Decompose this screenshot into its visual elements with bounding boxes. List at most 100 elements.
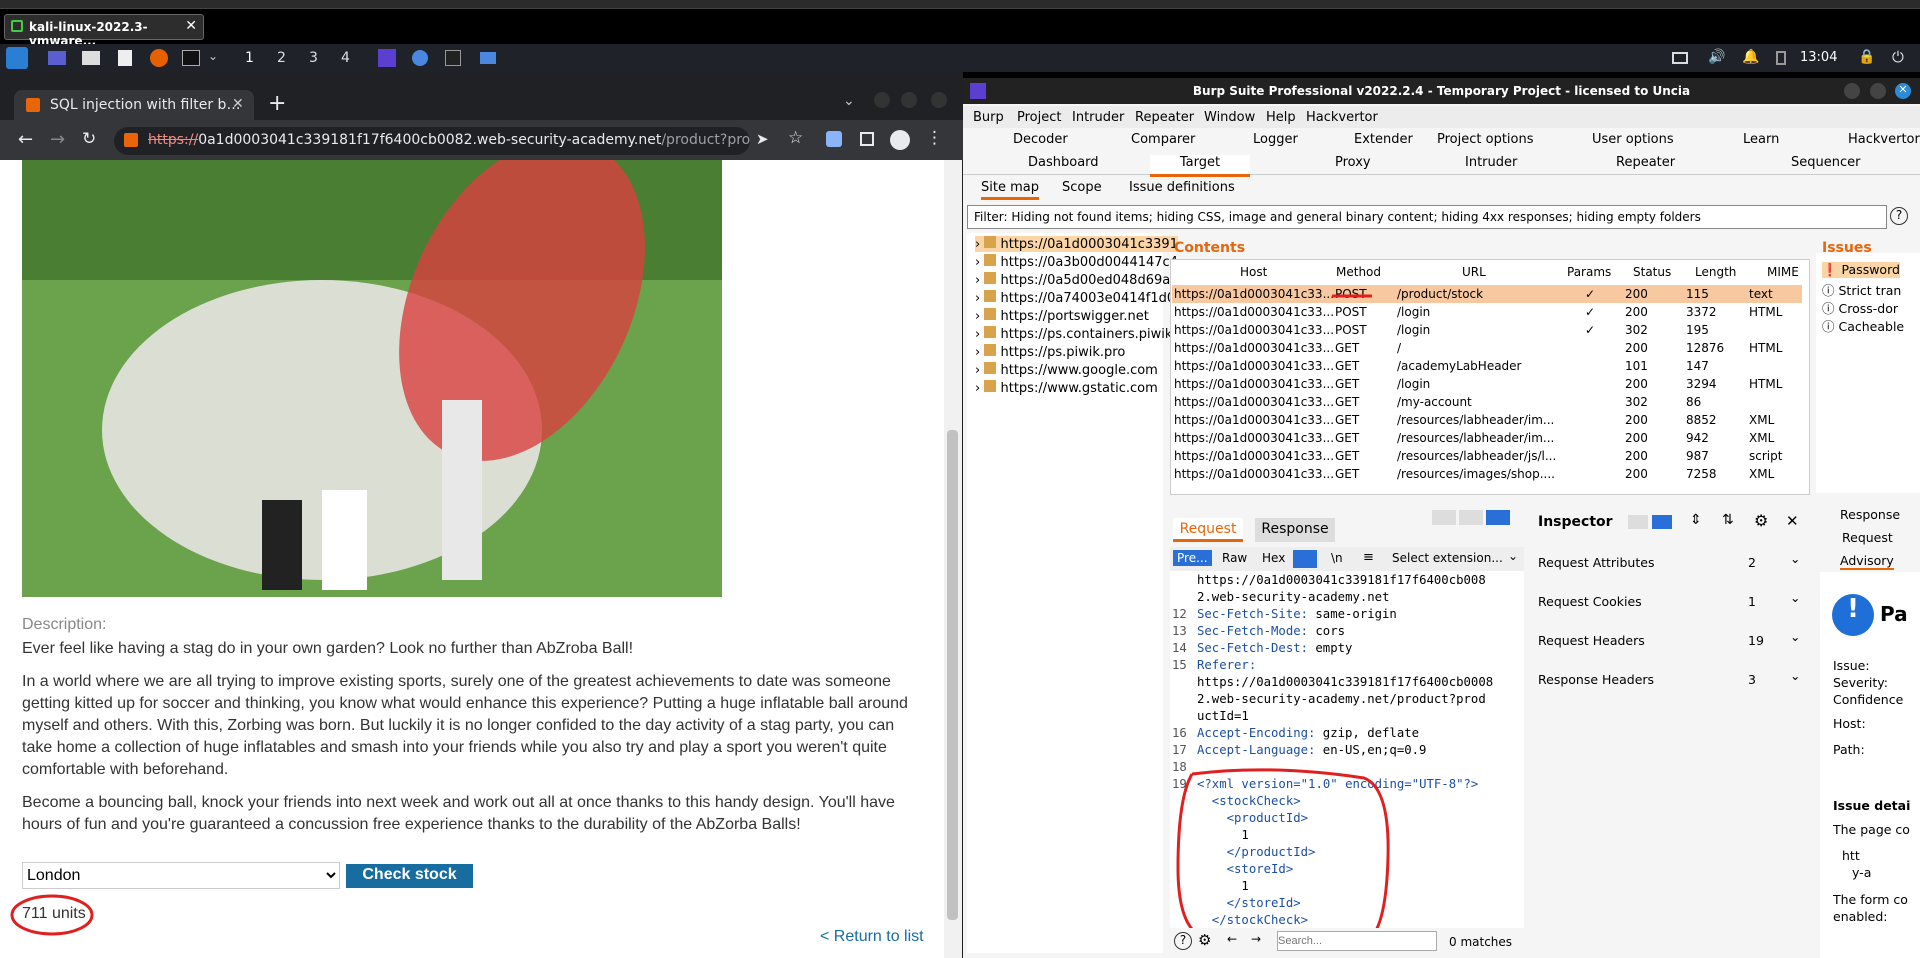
tab-search-icon[interactable]: ⌄ [843,93,855,109]
tab-sequencer[interactable]: Sequencer [1791,155,1860,170]
col-params[interactable]: Params [1567,265,1611,279]
table-row[interactable]: https://0a1d0003041c33... GET/my-account 3… [1172,393,1802,411]
menu-project[interactable]: Project [1017,110,1061,125]
tab-hackvertor[interactable]: Hackvertor [1848,132,1920,147]
subtab-scope[interactable]: Scope [1062,180,1102,195]
menu-dots-icon[interactable]: ⋮ [926,128,943,148]
gear-icon[interactable]: ⚙ [1754,511,1768,530]
chrome-task-icon[interactable] [412,50,428,66]
issue-item[interactable]: ⓘ Cacheable [1822,316,1904,335]
display-icon[interactable] [1672,52,1688,64]
profile-avatar-icon[interactable] [890,130,910,150]
star-icon[interactable]: ☆ [788,128,803,148]
advisory-response-tab[interactable]: Response [1840,507,1900,522]
power-icon[interactable]: ⏻ [1892,48,1904,66]
collapse-icon[interactable]: ⇅ [1722,512,1734,528]
tab-proxy[interactable]: Proxy [1335,155,1371,170]
burp-max-button[interactable] [1870,83,1886,99]
new-tab-button[interactable]: + [268,91,286,116]
tab-repeater[interactable]: Repeater [1616,155,1675,170]
layout-split-icon[interactable] [1432,510,1456,525]
response-tab[interactable]: Response [1255,518,1335,542]
tab-dashboard[interactable]: Dashboard [1028,155,1099,170]
table-row[interactable]: https://0a1d0003041c33... GET/resources/l… [1172,411,1802,429]
inspector-row[interactable]: Request Headers 19 ⌄ [1538,629,1806,648]
tree-item[interactable]: › https://ps.containers.piwik.p [975,326,1185,342]
workspace-4[interactable]: 4 [341,50,350,66]
lock-icon[interactable]: 🔒 [1858,49,1875,65]
tab-comparer[interactable]: Comparer [1131,132,1195,147]
col-host[interactable]: Host [1240,265,1267,279]
volume-icon[interactable]: 🔊 [1708,49,1725,65]
maximize-button[interactable] [901,92,917,108]
table-row[interactable]: https://0a1d0003041c33... GET/resources/l… [1172,429,1802,447]
layout-tab-icon[interactable] [1486,510,1510,525]
list-icon[interactable]: ≡ [1363,550,1374,565]
issue-item[interactable]: ⓘ Cross-dor [1822,298,1898,317]
table-row[interactable]: https://0a1d0003041c33... POST/product/st… [1172,285,1802,303]
send-icon[interactable]: ➤ [756,130,769,148]
filter-bar[interactable]: Filter: Hiding not found items; hiding C… [967,205,1887,229]
burp-close-button[interactable]: ✕ [1895,83,1911,99]
request-tab[interactable]: Request [1173,518,1243,542]
next-match-icon[interactable]: → [1251,932,1261,946]
col-status[interactable]: Status [1633,265,1671,279]
folder-task-icon[interactable] [480,52,496,64]
inspector-row[interactable]: Request Cookies 1 ⌄ [1538,590,1806,609]
extension-select[interactable]: Select extension... [1392,551,1503,565]
tree-item[interactable]: › https://www.google.com [975,362,1158,378]
inspector-layout-icon[interactable] [1628,515,1648,529]
sidepanel-icon[interactable] [860,132,874,146]
settings-icon[interactable]: ⚙ [1198,931,1211,949]
table-row[interactable]: https://0a1d0003041c33... GET/login 200 329… [1172,375,1802,393]
tab-extender[interactable]: Extender [1354,132,1413,147]
menu-burp[interactable]: Burp [973,110,1004,125]
inspector-row[interactable]: Request Attributes 2 ⌄ [1538,551,1806,570]
advisory-advisory-tab[interactable]: Advisory [1840,553,1894,570]
page-scrollbar-thumb[interactable] [947,430,958,920]
files-icon[interactable] [82,51,100,65]
inspector-row[interactable]: Response Headers 3 ⌄ [1538,668,1806,687]
browser-tab[interactable]: SQL injection with filter b… [14,90,254,120]
burp-task-icon[interactable] [378,49,396,67]
desktop-icon[interactable] [48,51,66,65]
terminal-task-icon[interactable] [445,50,461,66]
return-to-list-link[interactable]: < Return to list [820,926,924,948]
inspector-layout2-icon[interactable] [1652,515,1672,529]
chevron-down-icon[interactable]: ⌄ [1508,549,1518,563]
table-row[interactable]: https://0a1d0003041c33... GET/resources/l… [1172,447,1802,465]
minimize-button[interactable] [874,92,890,108]
tab-user-options[interactable]: User options [1592,132,1674,147]
workspace-1[interactable]: 1 [245,50,254,66]
col-url[interactable]: URL [1462,265,1486,279]
menu-repeater[interactable]: Repeater [1135,110,1194,125]
store-select[interactable]: London [22,862,340,889]
back-icon[interactable]: ← [18,129,33,150]
pretty-button[interactable]: Pre... [1173,550,1212,566]
menu-hackvertor[interactable]: Hackvertor [1306,110,1378,125]
table-row[interactable]: https://0a1d0003041c33... POST/login ✓ 302 1… [1172,321,1802,339]
vm-tab[interactable]: kali-linux-2022.3-vmware... ✕ [4,14,204,48]
workspace-3[interactable]: 3 [309,50,318,66]
tree-item[interactable]: › https://0a1d0003041c3391 [975,236,1178,252]
table-row[interactable]: https://0a1d0003041c33... GET / 200 12876 HTM… [1172,339,1802,357]
kali-menu-icon[interactable] [6,47,28,69]
issue-item[interactable]: ❗ Password [1822,262,1900,278]
search-input[interactable] [1277,931,1437,951]
close-icon[interactable]: ✕ [185,18,197,34]
bell-icon[interactable]: 🔔 [1742,49,1759,65]
prev-match-icon[interactable]: ← [1227,932,1237,946]
help-icon[interactable]: ? [1890,207,1908,225]
check-stock-button[interactable]: Check stock [346,864,473,888]
tree-item[interactable]: › https://0a3b00d0044147c4 [975,254,1178,270]
advisory-request-tab[interactable]: Request [1842,530,1893,545]
chevron-down-icon[interactable]: ⌄ [208,49,218,63]
newline-button[interactable]: \n [1331,551,1343,565]
expand-icon[interactable]: ⇕ [1690,512,1702,528]
hex-button[interactable]: Hex [1262,551,1285,565]
table-row[interactable]: https://0a1d0003041c33... POST/login ✓ 200 3… [1172,303,1802,321]
tree-item[interactable]: › https://portswigger.net [975,308,1149,324]
subtab-site-map[interactable]: Site map [981,180,1039,200]
menu-intruder[interactable]: Intruder [1072,110,1124,125]
col-length[interactable]: Length [1695,265,1736,279]
